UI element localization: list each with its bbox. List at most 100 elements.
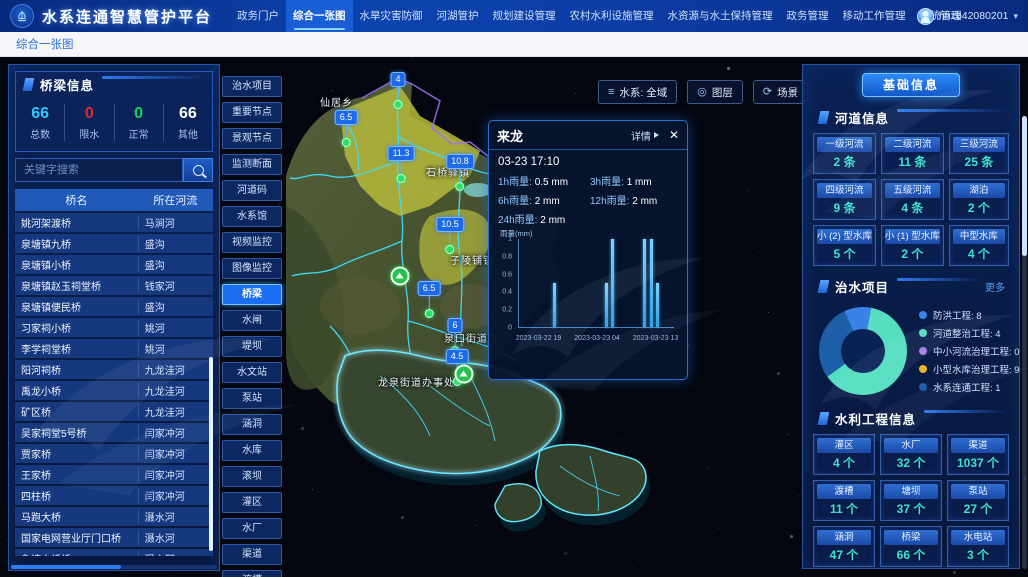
legend-item[interactable]: 中小河流治理工程: 0 — [919, 344, 1020, 358]
map-marker[interactable]: 10.5 — [436, 217, 464, 254]
layer-menu-item[interactable]: 桥梁 — [222, 284, 282, 305]
table-row[interactable]: 国家电网营业厅门口桥滠水河 — [15, 528, 213, 547]
card-value: 4 个 — [953, 244, 1005, 262]
layer-menu-item[interactable]: 水库 — [222, 440, 282, 461]
stat-card[interactable]: 塘坝37 个 — [880, 480, 942, 521]
bridge-table-header: 桥名 所在河流 — [15, 189, 213, 211]
close-icon[interactable]: ✕ — [669, 129, 679, 141]
metric-label: 24h雨量: — [498, 215, 540, 226]
right-panel-scrollbar[interactable] — [1022, 116, 1027, 256]
nav-tab[interactable]: 政务门户 — [230, 0, 286, 32]
nav-tabs: 政务门户综合一张图水旱灾害防御河湖管护规划建设管理农村水利设施管理水资源与水土保… — [230, 0, 907, 32]
layer-menu-item[interactable]: 滚坝 — [222, 466, 282, 487]
nav-tab[interactable]: 规划建设管理 — [486, 0, 563, 32]
table-row[interactable]: 泉塘镇九桥盛沟 — [15, 234, 213, 253]
table-row[interactable]: 四柱桥闫家冲河 — [15, 486, 213, 505]
legend-item[interactable]: 防洪工程: 8 — [919, 308, 1020, 322]
scene-button[interactable]: ⟳ 场景 — [753, 80, 808, 104]
layer-menu-item[interactable]: 渡槽 — [222, 570, 282, 577]
table-row[interactable]: 禹龙小桥九龙洼河 — [15, 381, 213, 400]
layer-menu-item[interactable]: 重要节点 — [222, 102, 282, 123]
detail-link[interactable]: 详情 — [631, 128, 659, 143]
table-row[interactable]: 王家桥闫家冲河 — [15, 465, 213, 484]
table-row[interactable]: 泉塘镇便民桥盛沟 — [15, 297, 213, 316]
nav-tab[interactable]: 政务管理 — [780, 0, 836, 32]
stat-card[interactable]: 渡槽11 个 — [813, 480, 875, 521]
rain-bar — [605, 283, 608, 327]
stat-card[interactable]: 五级河流4 条 — [881, 179, 944, 220]
stat-card[interactable]: 湖泊2 个 — [949, 179, 1009, 220]
breadcrumb[interactable]: 综合一张图 — [16, 36, 74, 52]
stat-card[interactable]: 渠道1037 个 — [947, 434, 1009, 475]
stat-card[interactable]: 灌区4 个 — [813, 434, 875, 475]
layer-menu-item[interactable]: 涵洞 — [222, 414, 282, 435]
nav-tab[interactable]: 水资源与水土保持管理 — [661, 0, 780, 32]
stat-card[interactable]: 四级河流9 条 — [813, 179, 876, 220]
stat-card[interactable]: 水厂32 个 — [880, 434, 942, 475]
stat-card[interactable]: 水电站3 个 — [947, 526, 1009, 567]
stat-card[interactable]: 二级河流11 条 — [881, 133, 944, 174]
stat-card[interactable]: 涵洞47 个 — [813, 526, 875, 567]
layers-button[interactable]: ◎ 图层 — [687, 80, 743, 104]
project-section-header: 治水项目 更多 — [811, 274, 1011, 298]
rain-bar — [643, 239, 646, 327]
search-input[interactable] — [15, 158, 183, 182]
map-marker[interactable]: 11.3 — [388, 146, 415, 183]
more-link[interactable]: 更多 — [985, 279, 1005, 294]
layer-menu-item[interactable]: 治水项目 — [222, 76, 282, 97]
layer-menu-item[interactable]: 图像监控 — [222, 258, 282, 279]
nav-tab[interactable]: 河湖管护 — [430, 0, 486, 32]
layer-menu-item[interactable]: 河道码 — [222, 180, 282, 201]
layer-menu-item[interactable]: 水文站 — [222, 362, 282, 383]
table-row[interactable]: 矿区桥九龙洼河 — [15, 402, 213, 421]
river-name-cell: 滠水河 — [138, 551, 213, 556]
table-vertical-scrollbar[interactable] — [209, 357, 213, 551]
stat-card[interactable]: 中型水库4 个 — [949, 225, 1009, 266]
green-poi-icon[interactable] — [455, 365, 474, 384]
layer-menu-item[interactable]: 水系馆 — [222, 206, 282, 227]
table-row[interactable]: 贾家桥闫家冲河 — [15, 444, 213, 463]
table-row[interactable]: 马跑大桥滠水河 — [15, 507, 213, 526]
search-button[interactable] — [183, 158, 213, 182]
layer-menu-item[interactable]: 泵站 — [222, 388, 282, 409]
nav-tab[interactable]: 综合一张图 — [286, 0, 353, 32]
stat-card[interactable]: 小 (1) 型水库2 个 — [881, 225, 944, 266]
table-horizontal-scrollbar[interactable] — [11, 565, 121, 569]
table-row[interactable]: 李学祠堂桥姚河 — [15, 339, 213, 358]
nav-tab[interactable]: 农村水利设施管理 — [563, 0, 661, 32]
legend-item[interactable]: 河道整治工程: 4 — [919, 326, 1020, 340]
stat-card[interactable]: 一级河流2 条 — [813, 133, 876, 174]
map-marker[interactable]: 4 — [390, 72, 405, 109]
green-poi-icon[interactable] — [391, 267, 410, 286]
legend-item[interactable]: 小型水库治理工程: 9 — [919, 362, 1020, 376]
layer-menu-item[interactable]: 水闸 — [222, 310, 282, 331]
table-row[interactable]: 习家祠小桥姚河 — [15, 318, 213, 337]
map-marker[interactable]: 6.5 — [335, 110, 358, 147]
stat-card[interactable]: 泵站27 个 — [947, 480, 1009, 521]
stat-card[interactable]: 小 (2) 型水库5 个 — [813, 225, 876, 266]
table-row[interactable]: 泉塘镇小桥盛沟 — [15, 255, 213, 274]
layer-menu-item[interactable]: 监测断面 — [222, 154, 282, 175]
layer-menu-item[interactable]: 水厂 — [222, 518, 282, 539]
layer-menu-item[interactable]: 视频监控 — [222, 232, 282, 253]
table-row[interactable]: 姚河架渡桥马涧河 — [15, 213, 213, 232]
table-row[interactable]: 泉塘镇赵玉祠堂桥钱家河 — [15, 276, 213, 295]
table-row[interactable]: 吴家祠堂5号桥闫家冲河 — [15, 423, 213, 442]
stat-item: 0限水 — [65, 104, 114, 141]
bridge-name-cell: 阳河祠桥 — [15, 362, 138, 377]
stat-card[interactable]: 桥梁66 个 — [880, 526, 942, 567]
layer-menu-item[interactable]: 景观节点 — [222, 128, 282, 149]
legend-item[interactable]: 水系连通工程: 1 — [919, 380, 1020, 394]
stat-card[interactable]: 三级河流25 条 — [949, 133, 1009, 174]
layer-menu-item[interactable]: 堤坝 — [222, 336, 282, 357]
nav-tab[interactable]: 移动工作管理 — [836, 0, 913, 32]
water-system-dropdown[interactable]: ≡ 水系: 全域 — [598, 80, 677, 104]
basic-info-button[interactable]: 基础信息 — [862, 73, 960, 97]
layer-menu-item[interactable]: 灌区 — [222, 492, 282, 513]
map-marker[interactable]: 6.5 — [418, 281, 441, 318]
table-row[interactable]: 阳河祠桥九龙洼河 — [15, 360, 213, 379]
map-marker[interactable]: 10.8 — [446, 154, 474, 191]
layer-menu-item[interactable]: 渠道 — [222, 544, 282, 565]
nav-tab[interactable]: 水旱灾害防御 — [353, 0, 430, 32]
table-row[interactable]: 象塘大桥桥滠水河 — [15, 549, 213, 556]
